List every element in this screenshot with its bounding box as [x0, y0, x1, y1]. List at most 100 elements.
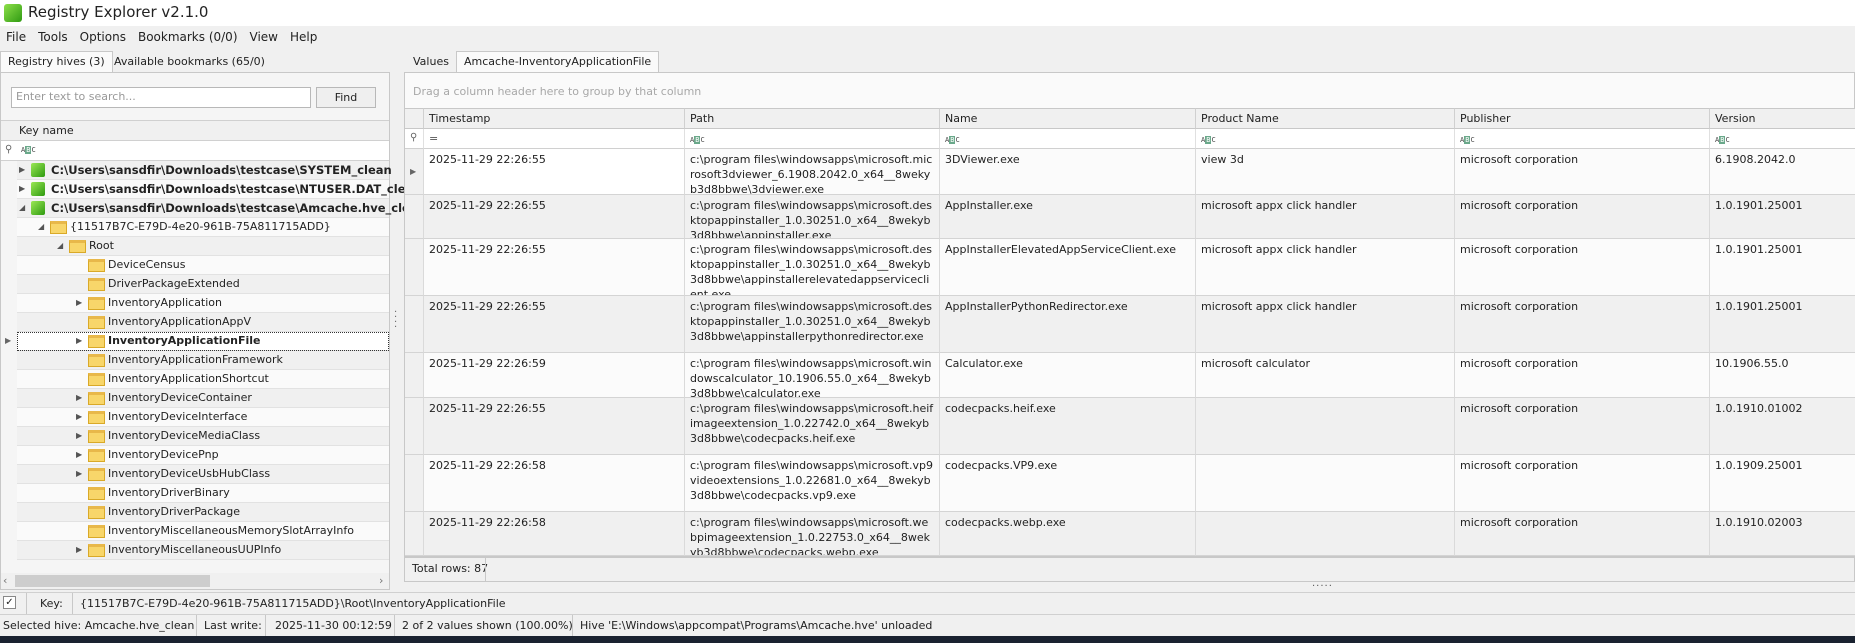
grid-cell-path[interactable]: c:\program files\windowsapps\microsoft.v… — [685, 455, 940, 512]
grid-cell-product-name[interactable] — [1196, 512, 1455, 556]
column-header[interactable]: Product Name — [1196, 108, 1455, 129]
tree-item[interactable]: DeviceCensus — [17, 256, 389, 275]
menu-tools[interactable]: Tools — [32, 28, 74, 46]
tree-item[interactable]: InventoryApplicationAppV — [17, 313, 389, 332]
scroll-right-icon[interactable]: › — [379, 574, 383, 587]
column-header[interactable]: Publisher — [1455, 108, 1710, 129]
tree-item[interactable]: ▶ InventoryDeviceMediaClass — [17, 427, 389, 446]
grid-cell-product-name[interactable]: microsoft calculator — [1196, 353, 1455, 398]
tree-item[interactable]: ▶ InventoryMiscellaneousUUPInfo — [17, 541, 389, 560]
grid-cell-name[interactable]: Calculator.exe — [940, 353, 1196, 398]
grid-cell-name[interactable]: 3DViewer.exe — [940, 149, 1196, 195]
expand-arrow-icon[interactable]: ▶ — [76, 412, 82, 421]
grid-cell-timestamp[interactable]: 2025-11-29 22:26:55 — [424, 296, 685, 353]
grid-cell-publisher[interactable]: microsoft corporation — [1455, 398, 1710, 455]
tree-item[interactable]: ▶ C:\Users\sansdfir\Downloads\testcase\SY… — [17, 161, 392, 180]
grid-cell-timestamp[interactable]: 2025-11-29 22:26:55 — [424, 239, 685, 296]
tree-item[interactable]: ▶ InventoryDeviceInterface — [17, 408, 389, 427]
row-indicator[interactable] — [405, 296, 424, 353]
grid-cell-publisher[interactable]: microsoft corporation — [1455, 239, 1710, 296]
menu-bookmarks[interactable]: Bookmarks (0/0) — [132, 28, 244, 46]
grid-cell-timestamp[interactable]: 2025-11-29 22:26:55 — [424, 149, 685, 195]
grid-cell-name[interactable]: codecpacks.webp.exe — [940, 512, 1196, 556]
expand-arrow-icon[interactable]: ▶ — [76, 298, 82, 307]
menu-options[interactable]: Options — [74, 28, 132, 46]
grid-cell-version[interactable]: 1.0.1909.25001 — [1710, 455, 1855, 512]
expand-arrow-icon[interactable]: ▶ — [76, 393, 82, 402]
tree-item[interactable]: ◢ Root — [17, 237, 389, 256]
row-indicator[interactable] — [405, 455, 424, 512]
search-input[interactable]: Enter text to search... — [11, 87, 311, 108]
grid-cell-publisher[interactable]: microsoft corporation — [1455, 455, 1710, 512]
tab-available-bookmarks[interactable]: Available bookmarks (65/0) — [106, 51, 273, 73]
grid-cell-product-name[interactable]: microsoft appx click handler — [1196, 195, 1455, 239]
tab-registry-hives[interactable]: Registry hives (3) — [0, 51, 113, 73]
tree-filter-row[interactable]: ⚲ ABC — [1, 141, 389, 161]
grid-cell-product-name[interactable] — [1196, 398, 1455, 455]
grid-cell-publisher[interactable]: microsoft corporation — [1455, 512, 1710, 556]
collapse-arrow-icon[interactable]: ◢ — [38, 222, 44, 231]
resize-grip[interactable]: ..... — [1312, 578, 1333, 589]
tree-item[interactable]: ▶ InventoryApplication — [17, 294, 389, 313]
grid-cell-path[interactable]: c:\program files\windowsapps\microsoft.h… — [685, 398, 940, 455]
grid-cell-version[interactable]: 1.0.1901.25001 — [1710, 296, 1855, 353]
expand-arrow-icon[interactable]: ▶ — [19, 184, 25, 193]
column-filter[interactable]: ABC — [1455, 129, 1710, 149]
grid-cell-version[interactable]: 6.1908.2042.0 — [1710, 149, 1855, 195]
tree-item[interactable]: ▶ InventoryDeviceContainer — [17, 389, 389, 408]
grid-cell-product-name[interactable]: microsoft appx click handler — [1196, 296, 1455, 353]
expand-arrow-icon[interactable]: ▶ — [76, 431, 82, 440]
grid-cell-timestamp[interactable]: 2025-11-29 22:26:58 — [424, 455, 685, 512]
expand-arrow-icon[interactable]: ▶ — [76, 545, 82, 554]
splitter-handle[interactable]: · · · · — [394, 308, 397, 333]
column-header[interactable]: Path — [685, 108, 940, 129]
tree-item[interactable]: ▶ InventoryApplicationFile ▶ — [5, 332, 389, 351]
tree-item[interactable]: InventoryDriverBinary — [17, 484, 389, 503]
tab-amcache-inventoryapplicationfile[interactable]: Amcache-InventoryApplicationFile — [456, 51, 660, 73]
menu-view[interactable]: View — [244, 28, 284, 46]
grid-cell-publisher[interactable]: microsoft corporation — [1455, 195, 1710, 239]
grid-cell-version[interactable]: 1.0.1901.25001 — [1710, 239, 1855, 296]
key-name-column-header[interactable]: Key name — [1, 120, 389, 141]
column-header[interactable]: Name — [940, 108, 1196, 129]
row-indicator[interactable] — [405, 239, 424, 296]
row-indicator[interactable] — [405, 512, 424, 556]
grid-cell-publisher[interactable]: microsoft corporation — [1455, 296, 1710, 353]
grid-cell-version[interactable]: 1.0.1910.02003 — [1710, 512, 1855, 556]
row-indicator[interactable] — [405, 195, 424, 239]
expand-arrow-icon[interactable]: ▶ — [19, 165, 25, 174]
tree-horizontal-scrollbar[interactable]: ‹ › — [1, 573, 389, 589]
column-filter[interactable]: ABC — [1710, 129, 1855, 149]
tree-item[interactable]: DriverPackageExtended — [17, 275, 389, 294]
column-header[interactable]: Version — [1710, 108, 1855, 129]
tree-item[interactable]: InventoryDriverPackage — [17, 503, 389, 522]
grid-cell-path[interactable]: c:\program files\windowsapps\microsoft.m… — [685, 149, 940, 195]
grid-cell-path[interactable]: c:\program files\windowsapps\microsoft.d… — [685, 239, 940, 296]
menu-help[interactable]: Help — [284, 28, 323, 46]
column-filter[interactable]: ABC — [940, 129, 1196, 149]
grid-cell-publisher[interactable]: microsoft corporation — [1455, 353, 1710, 398]
grid-cell-product-name[interactable]: view 3d — [1196, 149, 1455, 195]
row-indicator[interactable] — [405, 398, 424, 455]
grid-cell-version[interactable]: 1.0.1901.25001 — [1710, 195, 1855, 239]
grid-cell-path[interactable]: c:\program files\windowsapps\microsoft.d… — [685, 296, 940, 353]
grid-cell-version[interactable]: 10.1906.55.0 — [1710, 353, 1855, 398]
tree-item[interactable]: ▶ InventoryDeviceUsbHubClass — [17, 465, 389, 484]
scroll-left-icon[interactable]: ‹ — [3, 574, 7, 587]
tree-item[interactable]: ▶ C:\Users\sansdfir\Downloads\testcase\NT… — [17, 180, 421, 199]
tree-item[interactable]: ◢ C:\Users\sansdfir\Downloads\testcase\Am… — [17, 199, 426, 218]
tab-values[interactable]: Values — [405, 51, 457, 73]
grid-cell-name[interactable]: AppInstaller.exe — [940, 195, 1196, 239]
column-header[interactable]: Timestamp — [424, 108, 685, 129]
grid-cell-path[interactable]: c:\program files\windowsapps\microsoft.w… — [685, 353, 940, 398]
column-filter[interactable]: ABC — [685, 129, 940, 149]
grid-cell-timestamp[interactable]: 2025-11-29 22:26:55 — [424, 398, 685, 455]
tree-item[interactable]: InventoryMiscellaneousMemorySlotArrayInf… — [17, 522, 389, 541]
collapse-arrow-icon[interactable]: ◢ — [57, 241, 63, 250]
row-indicator[interactable] — [405, 353, 424, 398]
tree-item[interactable]: InventoryApplicationFramework — [17, 351, 389, 370]
column-filter[interactable]: ABC — [1196, 129, 1455, 149]
grid-cell-path[interactable]: c:\program files\windowsapps\microsoft.w… — [685, 512, 940, 556]
menu-file[interactable]: File — [0, 28, 32, 46]
scrollbar-thumb[interactable] — [15, 575, 210, 587]
